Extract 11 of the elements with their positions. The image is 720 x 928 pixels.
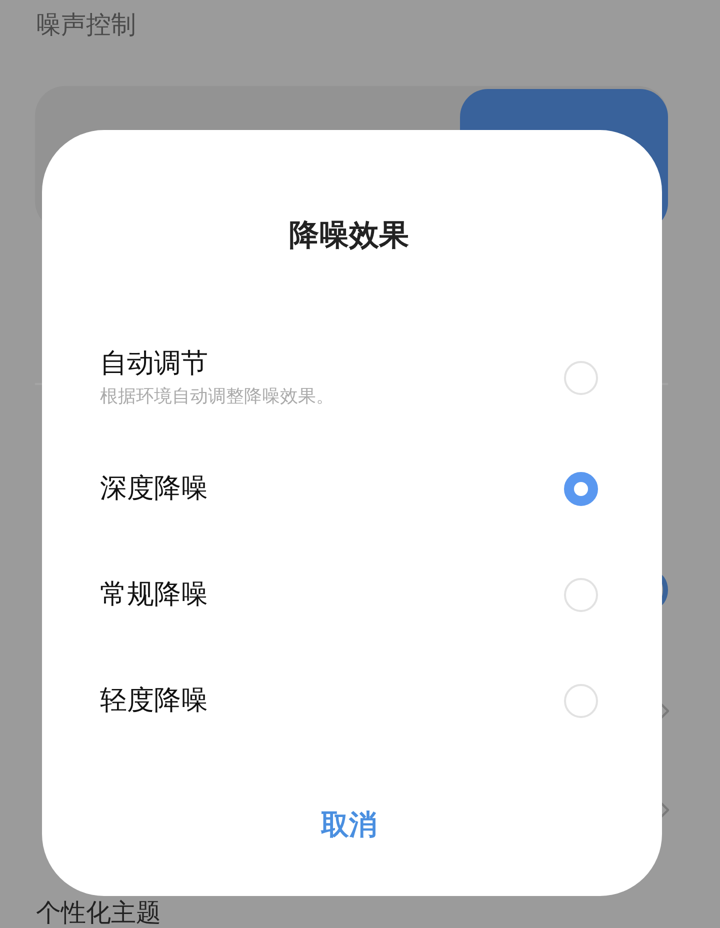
settings-item[interactable]: 个性化主题 [36,899,161,927]
option-label[interactable]: 自动调节 [100,347,334,381]
option-description: 根据环境自动调整降噪效果。 [100,385,334,409]
dialog-title: 降噪效果 [289,217,409,255]
option-label[interactable]: 轻度降噪 [100,684,208,718]
option-label[interactable]: 深度降噪 [100,472,208,506]
section-title: 噪声控制 [36,9,136,41]
option-label[interactable]: 常规降噪 [100,578,208,612]
chevron-icon [660,802,669,818]
radio-button[interactable] [564,472,598,506]
chevron-icon [660,703,669,719]
